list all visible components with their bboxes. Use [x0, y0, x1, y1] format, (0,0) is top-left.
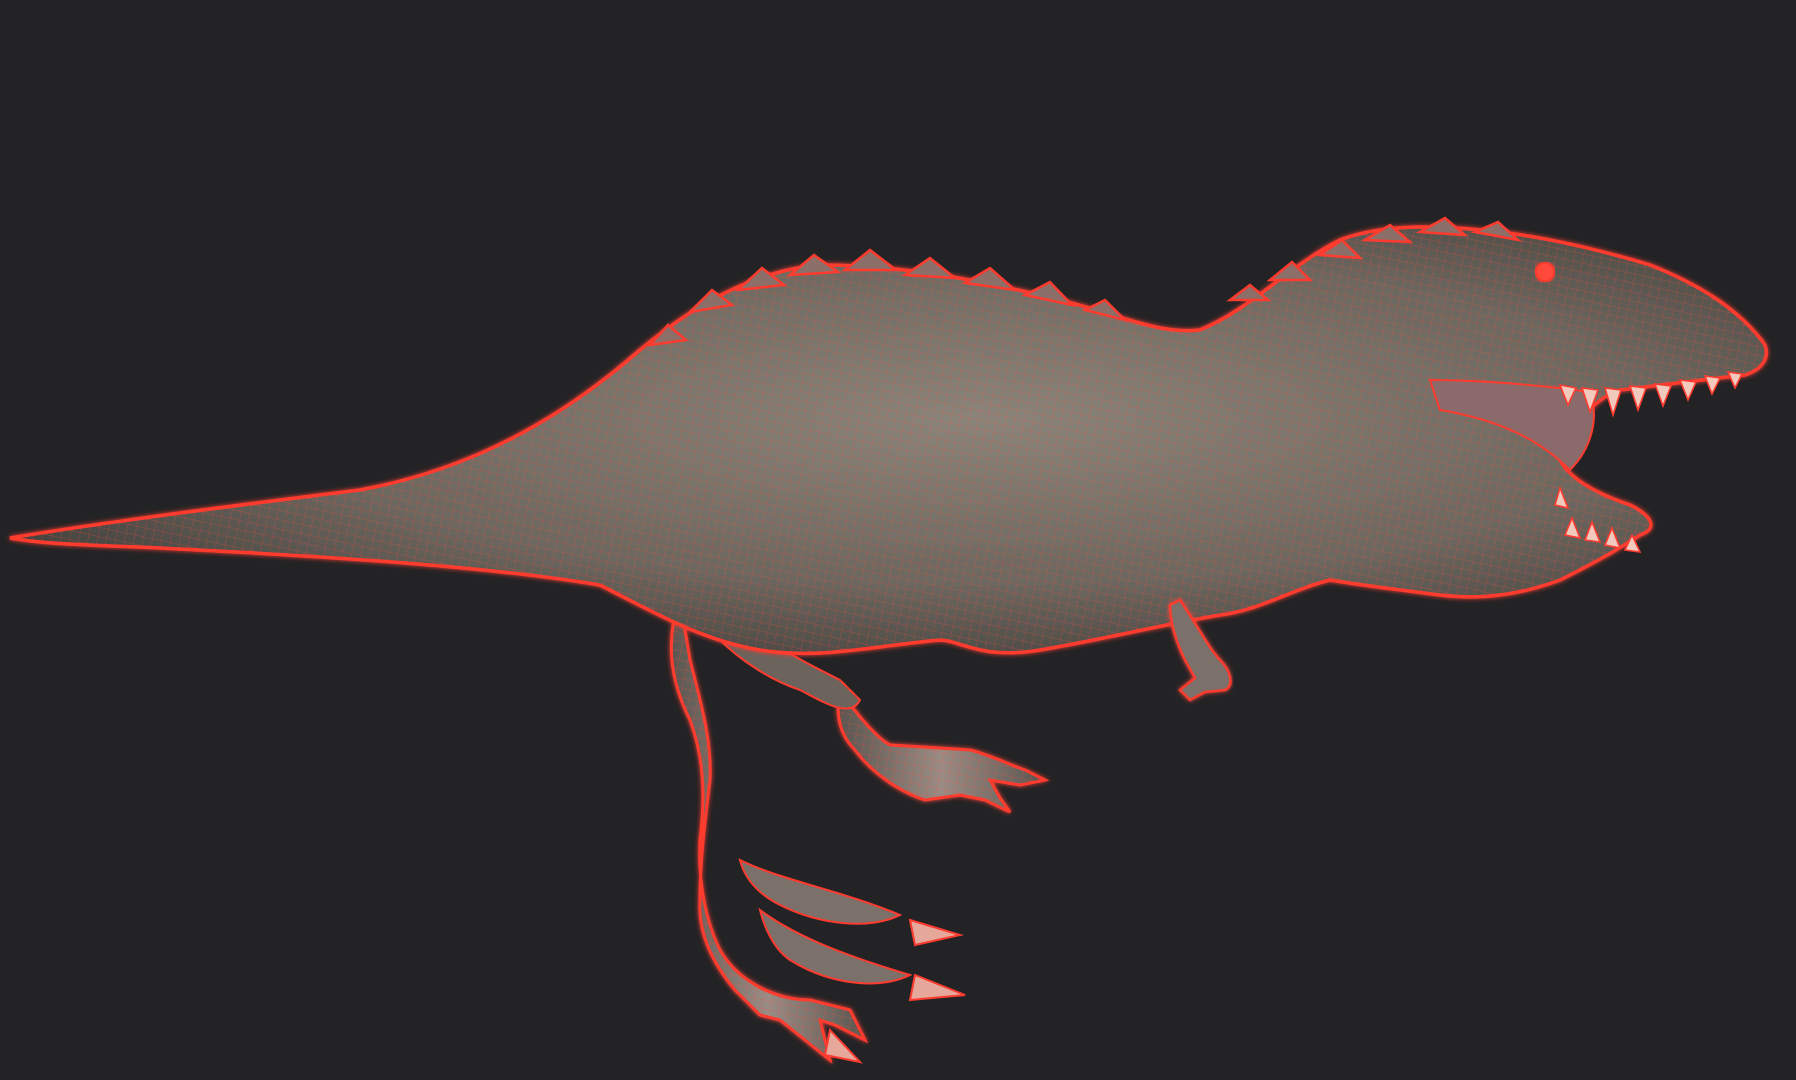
model-render[interactable] [0, 0, 1796, 1080]
3d-viewport[interactable] [0, 0, 1796, 1080]
torso-and-tail [9, 225, 1768, 656]
near-hind-leg [669, 594, 966, 1064]
eye [1535, 262, 1555, 282]
claw [908, 918, 964, 947]
far-hind-leg [836, 686, 1050, 814]
claw [908, 973, 966, 1002]
